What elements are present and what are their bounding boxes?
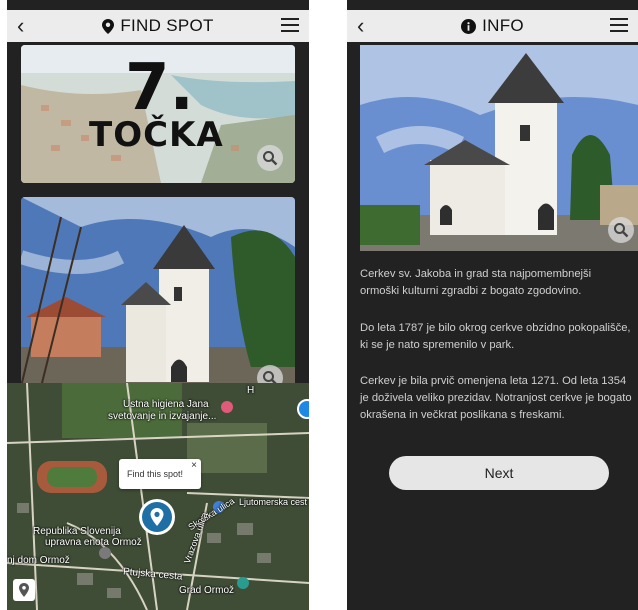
map-label-dom: nj dom Ormož bbox=[7, 555, 70, 566]
header-bar: ‹ INFO bbox=[347, 10, 638, 42]
map-label-ljutomerska: Ljutomerska cest bbox=[239, 497, 308, 507]
church-card[interactable] bbox=[21, 197, 295, 387]
locate-me-icon[interactable] bbox=[13, 579, 35, 601]
magnifier-icon[interactable] bbox=[257, 145, 283, 171]
back-chevron-icon[interactable]: ‹ bbox=[357, 13, 364, 39]
church-photo bbox=[21, 197, 295, 387]
point-card[interactable]: 7. TOČKA bbox=[21, 45, 295, 183]
close-icon[interactable]: × bbox=[191, 460, 197, 471]
page-title-text: FIND SPOT bbox=[120, 16, 214, 35]
map-label-republika-2: upravna enota Ormož bbox=[45, 537, 142, 548]
hamburger-menu-icon[interactable] bbox=[281, 18, 299, 32]
header-bar: ‹ FIND SPOT bbox=[7, 10, 309, 42]
map-label-republika-1: Republika Slovenija bbox=[33, 526, 121, 537]
map-label-health-2: svetovanje in izvajanje... bbox=[108, 411, 217, 422]
page-title-text: INFO bbox=[482, 16, 524, 35]
back-chevron-icon[interactable]: ‹ bbox=[17, 13, 24, 39]
map-label-grad: Grad Ormož bbox=[179, 585, 235, 596]
point-label: TOČKA bbox=[89, 115, 224, 155]
church-photo bbox=[360, 45, 638, 251]
info-circle-icon bbox=[461, 18, 477, 34]
map-label-health-1: Ustna higiena Jana bbox=[123, 399, 209, 410]
info-paragraph: Cerkev je bila prvič omenjena leta 1271.… bbox=[360, 375, 632, 421]
info-screen: ‹ INFO Cerkev sv. Jakoba in grad sta naj… bbox=[347, 0, 638, 610]
church-image bbox=[360, 45, 638, 251]
info-paragraph: Cerkev sv. Jakoba in grad sta najpomembn… bbox=[360, 268, 592, 297]
map-pin-icon bbox=[102, 18, 115, 34]
find-spot-screen: ‹ FIND SPOT 7. TOČKA H Ustna higiena Jan… bbox=[7, 0, 309, 610]
find-spot-popup[interactable]: Find this spot! × bbox=[119, 459, 201, 489]
map-view[interactable]: H Ustna higiena Jana svetovanje in izvaj… bbox=[7, 383, 309, 610]
map-label-h: H bbox=[247, 385, 255, 396]
info-paragraph: Do leta 1787 je bilo okrog cerkve obzidn… bbox=[360, 322, 631, 351]
page-title: FIND SPOT bbox=[102, 16, 213, 36]
location-pin-icon[interactable] bbox=[139, 499, 175, 535]
hamburger-menu-icon[interactable] bbox=[610, 18, 628, 32]
next-button[interactable]: Next bbox=[389, 456, 609, 490]
point-number: 7. bbox=[125, 51, 194, 125]
magnifier-icon[interactable] bbox=[608, 217, 634, 243]
popup-text: Find this spot! bbox=[127, 469, 184, 479]
page-title: INFO bbox=[461, 16, 524, 36]
